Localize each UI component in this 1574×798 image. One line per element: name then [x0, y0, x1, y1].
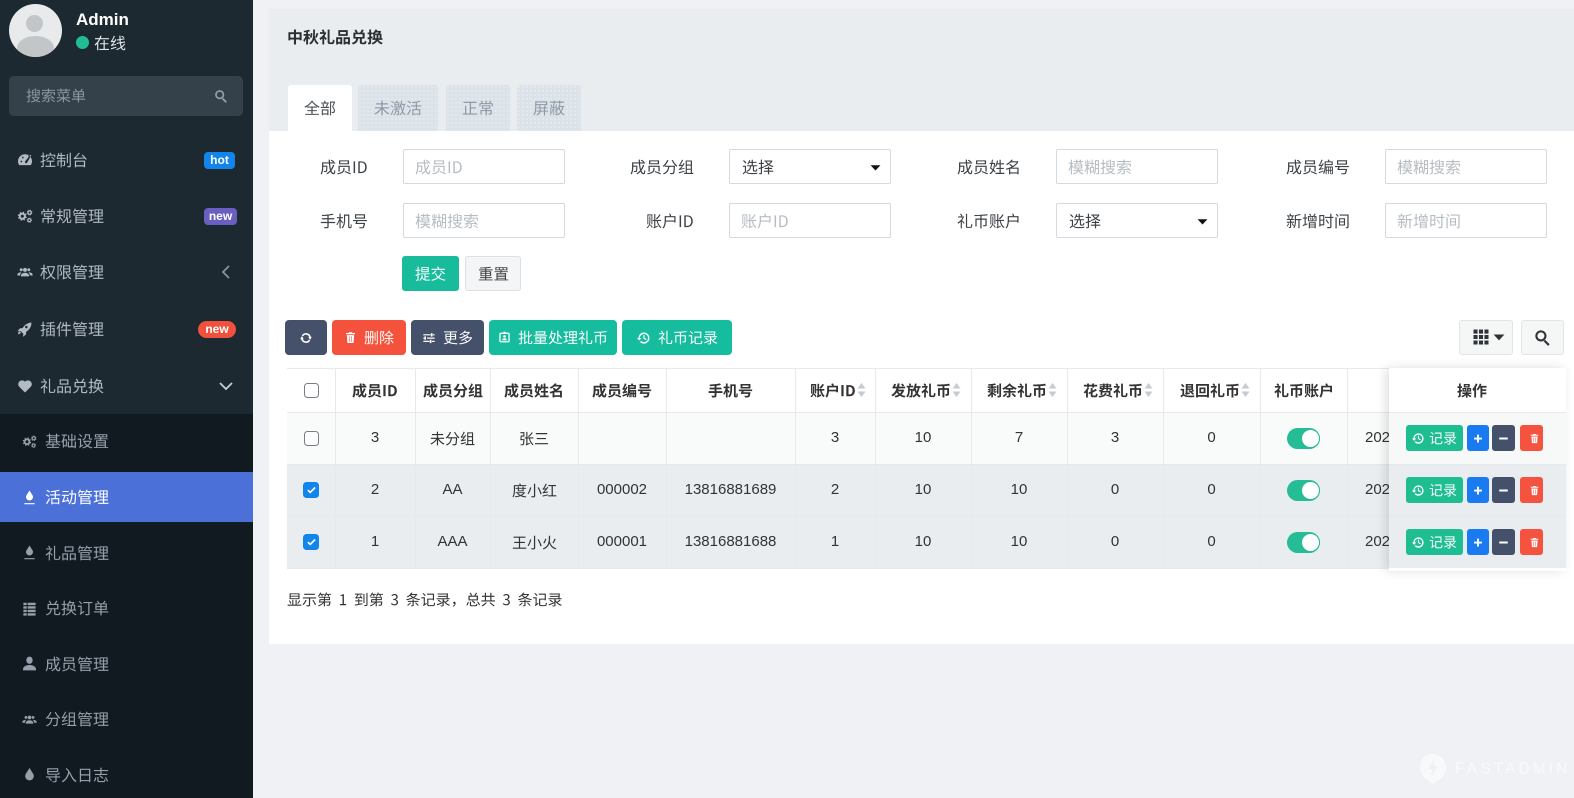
svg-text:FASTADMIN: FASTADMIN [1455, 761, 1569, 778]
